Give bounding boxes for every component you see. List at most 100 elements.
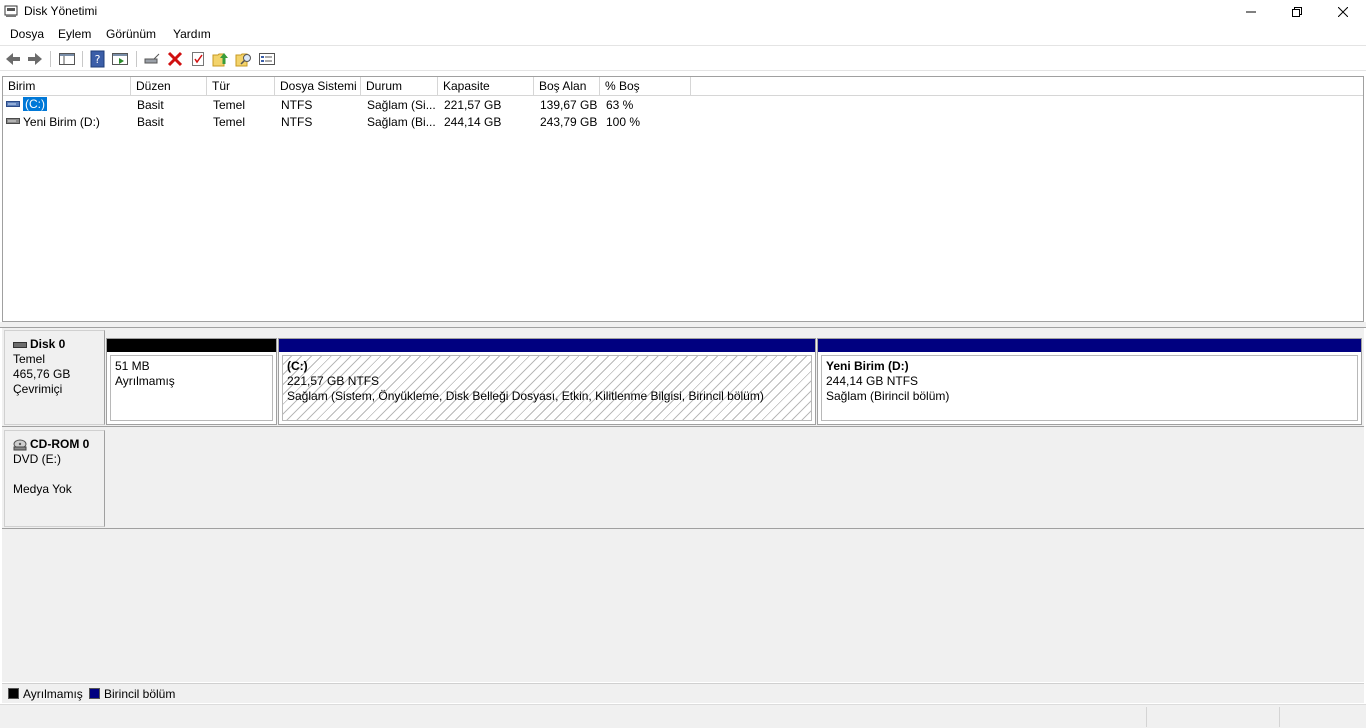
partition-status: Ayrılmamış: [115, 374, 175, 388]
volume-name[interactable]: Yeni Birim (D:): [23, 115, 100, 132]
restore-icon: [1292, 7, 1302, 17]
disk-size: 465,76 GB: [13, 367, 71, 381]
status-cell: Sağlam (Bi...: [367, 115, 436, 129]
menu-gorunum[interactable]: Görünüm: [106, 27, 156, 41]
window-title: Disk Yönetimi: [24, 4, 98, 18]
partition-info: Yeni Birim (D:) 244,14 GB NTFS Sağlam (B…: [821, 355, 1358, 421]
folder-search-icon[interactable]: [235, 50, 253, 68]
partition-size: 221,57 GB NTFS: [287, 374, 380, 388]
hard-disk-icon: [13, 341, 27, 348]
menu-eylem[interactable]: Eylem: [58, 27, 91, 41]
free-space-cell: 139,67 GB: [540, 98, 598, 112]
close-icon: [1338, 7, 1348, 17]
column-header-durum[interactable]: Durum: [361, 77, 438, 96]
disk-name: Disk 0: [30, 337, 66, 351]
column-header-filler: [691, 77, 1363, 96]
type-cell: Temel: [213, 115, 246, 129]
help-icon[interactable]: ?: [89, 50, 107, 68]
volume-drive-icon: [6, 101, 20, 107]
filesystem-cell: NTFS: [281, 115, 313, 129]
column-header-kapasite[interactable]: Kapasite: [438, 77, 534, 96]
partition-size: 51 MB: [115, 359, 150, 373]
partition-status: Sağlam (Birincil bölüm): [826, 389, 950, 403]
disk-row-cd-rom-0: CD-ROM 0 DVD (E:) Medya Yok: [2, 428, 1364, 529]
partition-info: 51 MB Ayrılmamış: [110, 355, 273, 421]
column-header-bos-alan[interactable]: Boş Alan: [534, 77, 600, 96]
menu-bar: Dosya Eylem Görünüm Yardım: [0, 24, 1366, 44]
title-bar: Disk Yönetimi: [0, 0, 1366, 24]
free-space-cell: 243,79 GB: [540, 115, 598, 129]
partition-title: Yeni Birim (D:): [826, 359, 909, 373]
column-header-duzen[interactable]: Düzen: [131, 77, 207, 96]
legend: Ayrılmamış Birincil bölüm: [2, 683, 1364, 703]
svg-text:?: ?: [95, 53, 101, 66]
status-segment: [1279, 707, 1280, 727]
disk-graphical-view: Disk 0 Temel 465,76 GB Çevrimiçi 51 MB A…: [2, 328, 1364, 682]
cd-rom-0-label[interactable]: CD-ROM 0 DVD (E:) Medya Yok: [4, 430, 105, 527]
column-header-dosya-sistemi[interactable]: Dosya Sistemi: [275, 77, 361, 96]
partition-size: 244,14 GB NTFS: [826, 374, 919, 388]
capacity-cell: 244,14 GB: [444, 115, 502, 129]
close-button[interactable]: [1320, 0, 1366, 24]
minimize-button[interactable]: [1228, 0, 1274, 24]
disk-state: Çevrimiçi: [13, 382, 63, 396]
disk-management-window: Disk Yönetimi Dosya Eylem Görünüm Yardım: [0, 0, 1366, 728]
menu-dosya[interactable]: Dosya: [10, 27, 44, 41]
partition-title: (C:): [287, 359, 308, 373]
column-header-birim[interactable]: Birim: [3, 77, 131, 96]
connect-disk-icon[interactable]: [143, 50, 161, 68]
toolbar: ?: [0, 45, 1366, 71]
partition-d[interactable]: Yeni Birim (D:) 244,14 GB NTFS Sağlam (B…: [817, 338, 1362, 425]
toolbar-separator: [50, 51, 51, 67]
capacity-cell: 221,57 GB: [444, 98, 502, 112]
primary-color-bar: [818, 339, 1361, 352]
restore-button[interactable]: [1274, 0, 1320, 24]
disk-type: DVD (E:): [13, 452, 61, 466]
layout-cell: Basit: [137, 98, 164, 112]
partition-c[interactable]: (C:) 221,57 GB NTFS Sağlam (Sistem, Önyü…: [278, 338, 816, 425]
disk-name: CD-ROM 0: [30, 437, 90, 451]
legend-swatch-unallocated: [8, 688, 19, 699]
settings-list-icon[interactable]: [258, 50, 276, 68]
legend-swatch-primary: [89, 688, 100, 699]
filesystem-cell: NTFS: [281, 98, 313, 112]
free-percent-cell: 100 %: [606, 115, 641, 129]
status-bar: [0, 704, 1366, 728]
column-header-yuzde-bos[interactable]: % Boş: [600, 77, 691, 96]
volume-name[interactable]: (C:): [23, 97, 47, 112]
disk-type: Temel: [13, 352, 46, 366]
toolbar-separator: [82, 51, 83, 67]
forward-icon[interactable]: [26, 50, 44, 68]
volume-list: Birim Düzen Tür Dosya Sistemi Durum Kapa…: [2, 76, 1364, 322]
disk-row-disk-0: Disk 0 Temel 465,76 GB Çevrimiçi 51 MB A…: [2, 328, 1364, 427]
column-header-tur[interactable]: Tür: [207, 77, 275, 96]
disk-state: Medya Yok: [13, 482, 72, 496]
back-icon[interactable]: [4, 50, 22, 68]
legend-label: Ayrılmamış: [23, 687, 83, 701]
disk-0-label[interactable]: Disk 0 Temel 465,76 GB Çevrimiçi: [4, 330, 105, 425]
properties-view-icon[interactable]: [111, 50, 129, 68]
console-tree-icon[interactable]: [58, 50, 76, 68]
menu-yardim[interactable]: Yardım: [173, 27, 211, 41]
layout-cell: Basit: [137, 115, 164, 129]
disk-management-app-icon: [4, 5, 18, 17]
type-cell: Temel: [213, 98, 246, 112]
folder-up-icon[interactable]: [212, 50, 230, 68]
primary-color-bar: [279, 339, 815, 352]
partition-unallocated[interactable]: 51 MB Ayrılmamış: [106, 338, 277, 425]
free-percent-cell: 63 %: [606, 98, 634, 112]
cd-rom-icon: [13, 439, 27, 450]
minimize-icon: [1246, 11, 1256, 13]
legend-label: Birincil bölüm: [104, 687, 176, 701]
status-segment: [1146, 707, 1147, 727]
delete-icon[interactable]: [166, 50, 184, 68]
partition-status: Sağlam (Sistem, Önyükleme, Disk Belleği …: [287, 389, 764, 403]
unallocated-color-bar: [107, 339, 276, 352]
volume-drive-icon: [6, 118, 20, 124]
toolbar-separator: [136, 51, 137, 67]
partition-info: (C:) 221,57 GB NTFS Sağlam (Sistem, Önyü…: [282, 355, 812, 421]
status-cell: Sağlam (Si...: [367, 98, 436, 112]
checklist-icon[interactable]: [189, 50, 207, 68]
volume-name-cell: (C:): [23, 97, 47, 114]
